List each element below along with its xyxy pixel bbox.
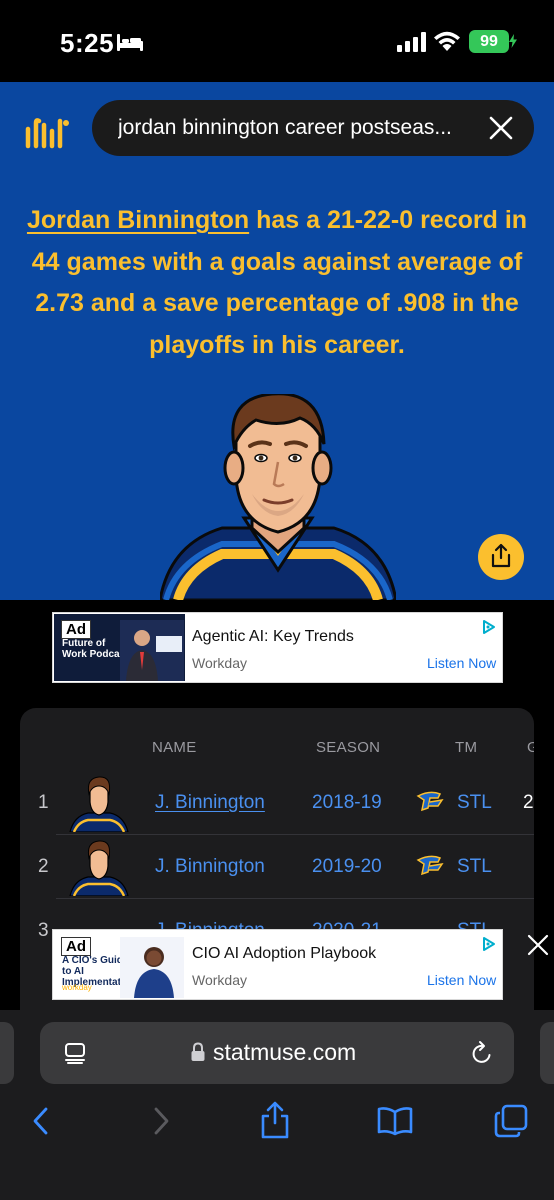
- status-time: 5:25: [60, 28, 115, 58]
- player-portrait: [160, 394, 396, 600]
- browser-toolbar: statmuse.com: [0, 1010, 554, 1200]
- ad-speaker-image: [120, 620, 184, 681]
- reload-icon[interactable]: [470, 1040, 494, 1066]
- row-rank: 2: [38, 856, 49, 877]
- bed-icon: [117, 34, 143, 51]
- next-tab-preview[interactable]: [540, 1022, 554, 1084]
- ad-thumbnail-brand: workday: [62, 983, 92, 992]
- reader-icon[interactable]: [64, 1042, 86, 1064]
- row-team[interactable]: STL: [457, 792, 492, 814]
- search-bar[interactable]: jordan binnington career postseas...: [92, 100, 534, 156]
- ad-speaker-image: [120, 937, 184, 998]
- row-player-name[interactable]: J. Binnington: [155, 856, 265, 878]
- status-bar: 5:25 99: [0, 0, 554, 82]
- ad-sponsor: Workday: [192, 972, 247, 988]
- ad-choices-icon[interactable]: [481, 936, 497, 952]
- ad-listen-now-link[interactable]: Listen Now: [427, 655, 496, 671]
- answer-text: Jordan Binnington has a 21-22-0 record i…: [16, 200, 538, 366]
- close-ad-icon[interactable]: [526, 933, 550, 957]
- row-divider: [56, 898, 534, 899]
- charging-bolt-icon: [509, 34, 517, 48]
- bookmarks-icon[interactable]: [377, 1106, 413, 1136]
- st-louis-blues-logo: [416, 791, 444, 812]
- column-header-name[interactable]: NAME: [152, 739, 197, 756]
- ad-banner[interactable]: A CIO's Guide to AI Implementation workd…: [52, 929, 503, 1000]
- address-bar[interactable]: statmuse.com: [40, 1022, 514, 1084]
- row-games: 2: [523, 792, 534, 813]
- wifi-icon: [434, 31, 460, 51]
- st-louis-blues-logo: [416, 855, 444, 876]
- previous-tab-preview[interactable]: [0, 1022, 14, 1084]
- ad-headline[interactable]: Agentic AI: Key Trends: [192, 628, 354, 646]
- statmuse-logo-icon[interactable]: [22, 115, 72, 149]
- table-row: 1 J. Binnington 2018-19 STL 2: [20, 772, 534, 835]
- row-season[interactable]: 2018-19: [312, 792, 382, 814]
- signal-icon: [397, 32, 426, 52]
- column-header-games[interactable]: G: [527, 739, 534, 756]
- row-player-name[interactable]: J. Binnington: [155, 792, 265, 814]
- column-header-season[interactable]: SEASON: [316, 739, 380, 756]
- battery-indicator: 99: [469, 30, 509, 53]
- ad-sponsor: Workday: [192, 655, 247, 671]
- row-rank: 1: [38, 792, 49, 813]
- player-avatar: [69, 776, 129, 832]
- tabs-icon[interactable]: [494, 1104, 528, 1138]
- player-link[interactable]: Jordan Binnington: [27, 206, 249, 234]
- share-answer-button[interactable]: [478, 534, 524, 580]
- share-icon: [491, 543, 511, 568]
- row-season[interactable]: 2019-20: [312, 856, 382, 878]
- ad-label: Ad: [61, 937, 91, 956]
- ad-thumbnail[interactable]: A CIO's Guide to AI Implementation workd…: [54, 931, 185, 998]
- lock-icon: [191, 1042, 205, 1061]
- ad-banner[interactable]: Future of Work Podcast Ad Agentic AI: Ke…: [52, 612, 503, 683]
- row-divider: [56, 834, 534, 835]
- player-avatar: [69, 840, 129, 896]
- ad-headline[interactable]: CIO AI Adoption Playbook: [192, 945, 376, 963]
- row-rank: 3: [38, 920, 49, 941]
- back-icon[interactable]: [30, 1106, 52, 1136]
- answer-hero: jordan binnington career postseas... Jor…: [0, 82, 554, 600]
- forward-icon[interactable]: [150, 1106, 172, 1136]
- column-header-team[interactable]: TM: [455, 739, 477, 756]
- ad-listen-now-link[interactable]: Listen Now: [427, 972, 496, 988]
- ad-choices-icon[interactable]: [481, 619, 497, 635]
- share-icon[interactable]: [259, 1101, 291, 1139]
- ad-thumbnail[interactable]: Future of Work Podcast Ad: [54, 614, 185, 681]
- search-query[interactable]: jordan binnington career postseas...: [118, 116, 478, 140]
- ad-label: Ad: [61, 620, 91, 639]
- url-text[interactable]: statmuse.com: [213, 1039, 356, 1066]
- table-row: 2 J. Binnington 2019-20 STL: [20, 836, 534, 899]
- close-icon[interactable]: [488, 115, 514, 141]
- row-team[interactable]: STL: [457, 856, 492, 878]
